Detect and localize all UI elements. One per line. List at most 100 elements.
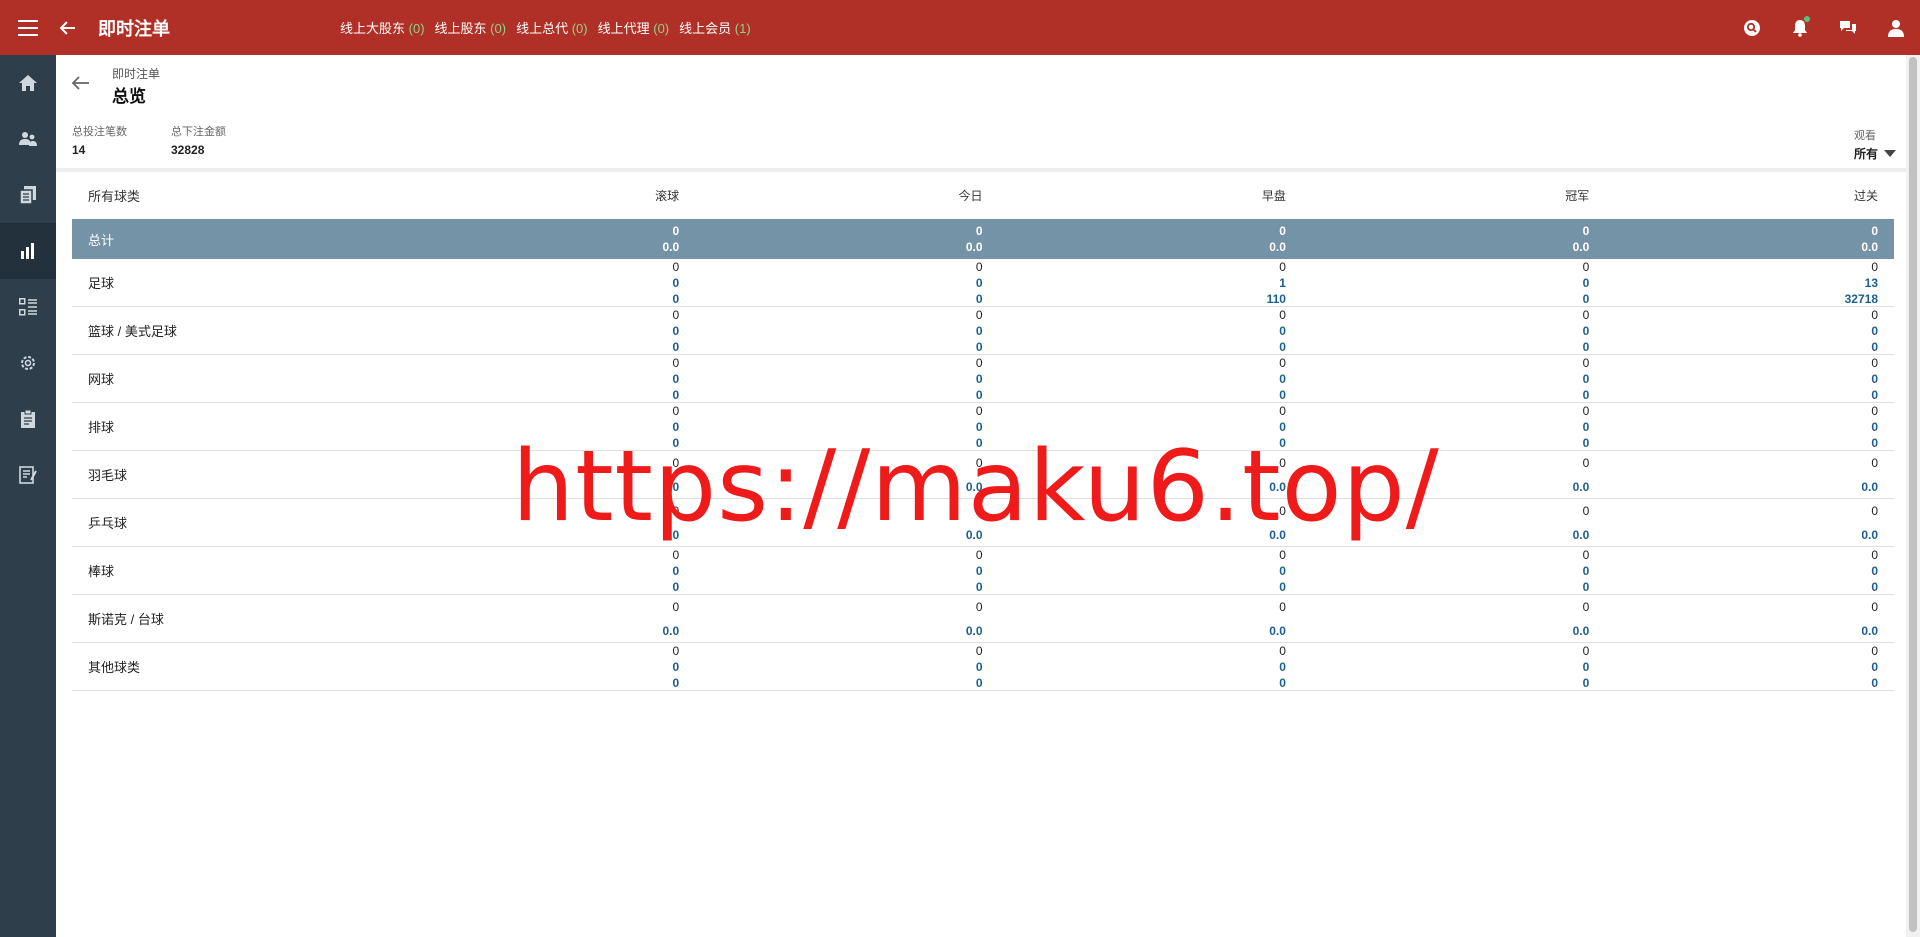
bet-amount: 13 [1864,275,1878,290]
user-icon[interactable] [1872,0,1920,55]
bet-amount: 0 [1871,563,1878,578]
column-header[interactable]: 滚球 [376,188,679,204]
stat-total-bets: 总投注笔数 14 [72,123,127,157]
table-cell: 000 [376,259,679,306]
list-icon[interactable] [0,279,56,335]
documents-icon[interactable] [0,167,56,223]
home-icon[interactable] [0,55,56,111]
table-cell: 0 0.0 [1589,595,1894,642]
bet-amount: 0 [1582,579,1590,594]
table-cell: 000 [679,355,983,402]
table-cell: 000 [679,643,983,690]
online-item[interactable]: 线上总代 (0) [516,18,588,37]
sidebar [0,55,56,937]
bet-amount: 0.0 [1861,527,1878,542]
online-item[interactable]: 线上股东 (0) [435,18,507,37]
bet-amount: 0 [1279,387,1286,402]
table-cell: 000 [1589,355,1894,402]
online-item[interactable]: 线上大股东 (0) [340,18,425,37]
bet-amount: 0 [1582,659,1590,674]
chat-icon[interactable] [1824,0,1872,55]
table-row[interactable]: 其他球类 0 0 0 0 0 0 0 0 0 0 0 0 0 0 0 [72,643,1894,691]
menu-icon[interactable] [0,0,56,55]
bet-count: 0 [672,599,680,614]
bet-amount: 0 [975,339,983,354]
bet-count: 0 [1871,643,1878,658]
scrollbar[interactable] [1906,55,1920,937]
bet-amount: 1 [1279,275,1286,290]
chart-icon[interactable] [0,223,56,279]
page-back-icon[interactable] [71,73,96,97]
bet-count: 0 [1279,403,1286,418]
chevron-down-icon[interactable] [1884,150,1896,157]
bet-amount: 0 [1279,371,1286,386]
search-icon[interactable] [1728,0,1776,55]
bet-amount: 0 [1871,675,1878,690]
bet-amount: 0 [672,323,680,338]
sport-name: 足球 [88,276,115,291]
table-cell: 000 [1589,547,1894,594]
column-header[interactable]: 今日 [679,188,983,204]
table-cell: 000 [1286,643,1590,690]
notification-dot [1804,16,1810,22]
bet-amount: 0.0 [1861,623,1878,638]
bet-count: 0 [975,259,983,274]
scrollbar-thumb[interactable] [1909,57,1917,932]
bet-count: 0 [672,355,680,370]
bet-count: 0 [1582,307,1590,322]
bet-count: 0 [1279,547,1286,562]
users-icon[interactable] [0,111,56,167]
bet-amount: 0 [1279,323,1286,338]
table-row[interactable]: 斯诺克 / 台球 0 0.0 0 0.0 0 0.0 0 0.0 0 0.0 [72,595,1894,643]
bet-count: 0 [975,599,983,614]
bet-count: 0 [672,224,680,238]
column-header[interactable]: 过关 [1589,188,1894,204]
stat-value: 14 [72,143,86,157]
table-cell: 000 [983,355,1286,402]
online-item[interactable]: 线上会员 (1) [679,18,751,37]
bet-amount: 0.0 [1572,240,1590,254]
total-row[interactable]: 总计 0 0.0 0 0.0 0 0.0 0 0.0 0 0.0 [72,219,1894,259]
clipboard-icon[interactable] [0,391,56,447]
table-cell: 0 0.0 [376,219,679,259]
bet-amount: 32718 [1844,291,1878,306]
table-cell: 000 [679,547,983,594]
online-item[interactable]: 线上代理 (0) [598,18,670,37]
table-cell: 000 [1589,403,1894,450]
page-header: 即时注单 总览 总投注笔数 14 总下注金额 32828 观看 所有 [56,55,1906,170]
bet-amount: 0 [1871,387,1878,402]
view-selector[interactable]: 观看 所有 [1854,127,1896,162]
bet-amount: 0 [1279,563,1286,578]
bet-count: 0 [1871,547,1878,562]
bet-count: 0 [672,643,680,658]
table-row[interactable]: 棒球 0 0 0 0 0 0 0 0 0 0 0 0 0 0 0 [72,547,1894,595]
table-row[interactable]: 篮球 / 美式足球 0 0 0 0 0 0 0 0 0 0 0 0 0 0 0 [72,307,1894,355]
bet-amount: 0 [672,579,680,594]
settings-icon[interactable] [0,335,56,391]
report-icon[interactable] [0,447,56,503]
table-row[interactable]: 网球 0 0 0 0 0 0 0 0 0 0 0 0 0 0 0 [72,355,1894,403]
table-cell: 0 0.0 [679,219,983,259]
table-cell: 000 [1286,355,1590,402]
sport-name: 斯诺克 / 台球 [88,612,164,627]
bet-amount: 0 [975,371,983,386]
column-header[interactable]: 早盘 [983,188,1286,204]
column-header[interactable]: 冠军 [1286,188,1589,204]
bet-amount: 0 [672,387,680,402]
table-cell: 000 [1286,547,1590,594]
breadcrumb[interactable]: 即时注单 [112,65,160,82]
view-value: 所有 [1853,147,1878,161]
column-header[interactable]: 所有球类 [72,186,376,205]
bet-amount: 0.0 [662,240,680,254]
watermark-text: https://maku6.top/ [512,430,1440,544]
bet-count: 0 [672,547,680,562]
table-cell: 000 [983,307,1286,354]
bet-amount: 0 [1871,371,1878,386]
bet-amount: 0 [1582,339,1590,354]
sport-name: 排球 [88,420,115,435]
back-arrow-icon[interactable] [56,0,80,55]
table-row[interactable]: 足球 0 0 0 0 0 0 0 1 110 0 0 0 0 13 32718 [72,259,1894,307]
table-cell: 000 [983,643,1286,690]
bet-count: 0 [1279,643,1286,658]
bell-icon[interactable] [1776,0,1824,55]
